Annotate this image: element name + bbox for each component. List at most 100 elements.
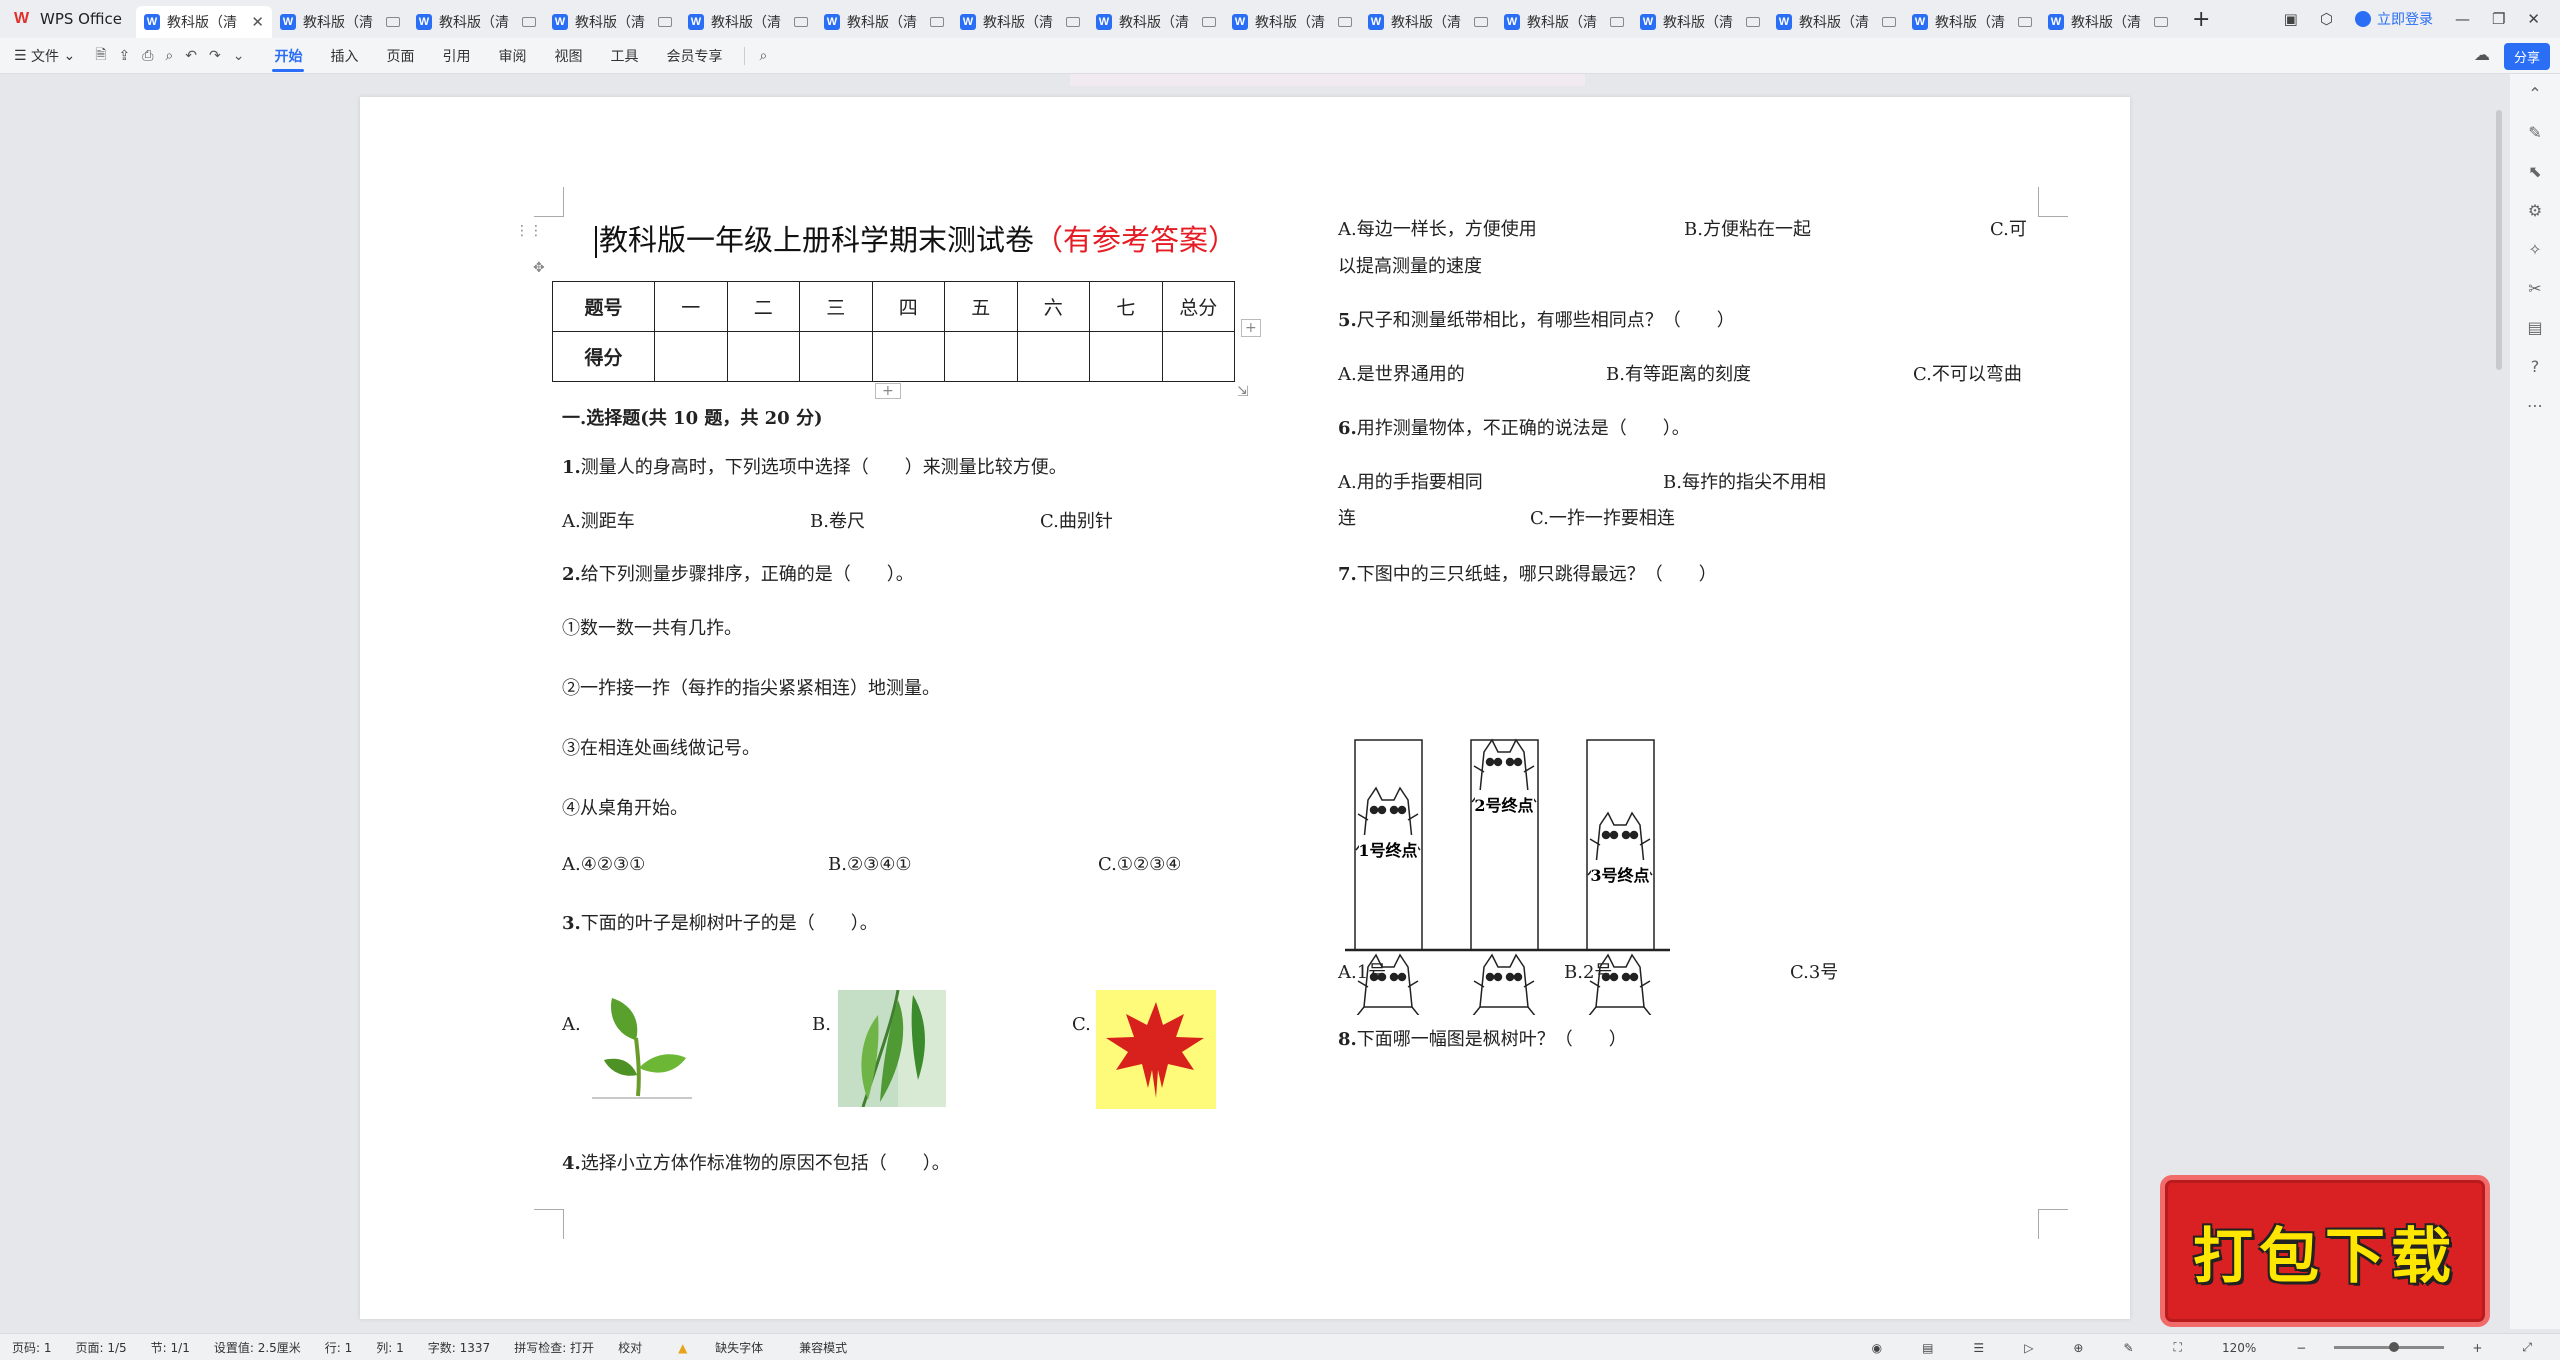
document-tab[interactable]: W 教科版（清	[1360, 6, 1496, 38]
status-missing-font[interactable]: ▲ 缺失字体	[654, 1339, 787, 1356]
preview-icon[interactable]: ⌕	[159, 48, 179, 64]
pen-icon[interactable]: ✎	[2528, 123, 2541, 142]
minimize-icon[interactable]: —	[2455, 10, 2470, 28]
status-proof[interactable]: 校对	[606, 1339, 654, 1356]
document-tab[interactable]: W 教科版（清	[1224, 6, 1360, 38]
document-page[interactable]: ⋮⋮ 教科版一年级上册科学期末测试卷（有参考答案） ✥ 题号一二三四五六七总分 …	[360, 97, 2130, 1319]
score-table-cell[interactable]	[799, 331, 873, 382]
score-table-cell[interactable]	[1089, 331, 1163, 382]
more-icon[interactable]: ⋯	[2527, 396, 2543, 415]
document-tab[interactable]: W 教科版（清 ✕	[135, 6, 272, 38]
add-column-icon[interactable]: +	[1241, 319, 1261, 337]
score-table-cell[interactable]	[1161, 331, 1235, 382]
status-pages[interactable]: 页面: 1/5	[64, 1339, 139, 1356]
add-row-icon[interactable]: +	[875, 383, 901, 399]
ribbon-tab[interactable]: 页面	[372, 38, 428, 74]
score-table-header-cell[interactable]: 四	[871, 281, 945, 332]
score-table-cell[interactable]	[871, 331, 945, 382]
score-table-cell[interactable]	[944, 331, 1018, 382]
print-icon[interactable]: ⎙	[136, 48, 159, 64]
ribbon-tab[interactable]: 视图	[540, 38, 596, 74]
new-tab-icon[interactable]: +	[2192, 7, 2210, 32]
table-resize-icon[interactable]: ⇲	[1237, 384, 1249, 400]
zoom-in-icon[interactable]: +	[2460, 1341, 2494, 1355]
zoom-out-icon[interactable]: −	[2284, 1341, 2318, 1355]
login-button[interactable]: 立即登录	[2354, 9, 2433, 29]
document-tab[interactable]: W 教科版（清	[1904, 6, 2040, 38]
score-table-cell[interactable]: 得分	[552, 331, 655, 382]
document-tab[interactable]: W 教科版（清	[1632, 6, 1768, 38]
table-move-icon[interactable]: ✥	[533, 260, 545, 276]
ribbon-tab[interactable]: 开始	[260, 38, 316, 74]
cloud-icon[interactable]: ☁	[2474, 45, 2490, 64]
close-window-icon[interactable]: ✕	[2527, 10, 2540, 28]
fullscreen-icon[interactable]: ⤢	[2510, 1340, 2544, 1355]
book-icon[interactable]: ▤	[2527, 318, 2542, 337]
document-tab[interactable]: W 教科版（清	[272, 6, 408, 38]
eye-icon[interactable]: ◉	[1860, 1341, 1894, 1355]
document-tab[interactable]: W 教科版（清	[1768, 6, 1904, 38]
play-icon[interactable]: ▷	[2012, 1341, 2045, 1355]
tools-icon[interactable]: ✂	[2528, 279, 2541, 298]
ribbon-tab[interactable]: 插入	[316, 38, 372, 74]
document-tab[interactable]: W 教科版（清	[544, 6, 680, 38]
document-tab[interactable]: W 教科版（清	[952, 6, 1088, 38]
select-icon[interactable]: ⬉	[2528, 162, 2541, 181]
document-tab[interactable]: W 教科版（清	[816, 6, 952, 38]
cube-icon[interactable]: ⬡	[2320, 10, 2333, 28]
score-table-header-cell[interactable]: 六	[1016, 281, 1090, 332]
save-icon[interactable]: 🗎	[89, 44, 112, 68]
close-tab-icon[interactable]: ✕	[251, 13, 264, 31]
vertical-scrollbar[interactable]	[2494, 80, 2504, 1320]
scroll-thumb[interactable]	[2496, 110, 2502, 370]
zoom-slider[interactable]	[2334, 1342, 2445, 1352]
export-icon[interactable]: ⇪	[112, 48, 136, 64]
score-table-cell[interactable]	[654, 331, 728, 382]
status-spell[interactable]: 拼写检查: 打开	[502, 1339, 606, 1356]
ai-icon[interactable]: ✧	[2528, 240, 2541, 259]
ribbon-tab[interactable]: 审阅	[484, 38, 540, 74]
score-table-header-cell[interactable]: 五	[944, 281, 1018, 332]
ribbon-tab[interactable]: 引用	[428, 38, 484, 74]
document-tab[interactable]: W 教科版（清	[680, 6, 816, 38]
scroll-up-icon[interactable]: ⌃	[2528, 84, 2541, 103]
more-chevron-icon[interactable]: ⌄	[227, 48, 251, 64]
document-tab[interactable]: W 教科版（清	[408, 6, 544, 38]
undo-icon[interactable]: ↶	[179, 48, 203, 64]
wps-home-tab[interactable]: W WPS Office	[0, 0, 136, 38]
document-tab[interactable]: W 教科版（清	[1496, 6, 1632, 38]
share-button[interactable]: 分享	[2503, 43, 2550, 70]
score-table-header-cell[interactable]: 七	[1089, 281, 1163, 332]
restore-icon[interactable]: ❐	[2492, 10, 2505, 28]
redo-icon[interactable]: ↷	[203, 48, 227, 64]
ribbon: ☰ 文件 ⌄ 🗎 ⇪ ⎙ ⌕ ↶ ↷ ⌄ 开始 插入 页面 引用 审阅 视图 工具 会员专享 …	[0, 38, 2560, 74]
score-table-header-cell[interactable]: 二	[726, 281, 800, 332]
score-table[interactable]: 题号一二三四五六七总分 得分	[552, 281, 1235, 382]
page-view-icon[interactable]: ▤	[1910, 1341, 1945, 1355]
fit-icon[interactable]: ⛶	[2162, 1340, 2194, 1355]
score-table-header-cell[interactable]: 题号	[552, 281, 655, 332]
status-words[interactable]: 字数: 1337	[416, 1339, 502, 1356]
zoom-level[interactable]: 120%	[2210, 1341, 2268, 1355]
score-table-cell[interactable]	[1016, 331, 1090, 382]
drag-handle-icon[interactable]: ⋮⋮	[515, 223, 543, 239]
document-tab[interactable]: W 教科版（清	[1088, 6, 1224, 38]
score-table-header-cell[interactable]: 总分	[1161, 281, 1235, 332]
list-view-icon[interactable]: ☰	[1961, 1341, 1996, 1355]
help-icon[interactable]: ?	[2531, 357, 2540, 376]
web-view-icon[interactable]: ⊕	[2061, 1341, 2095, 1355]
ribbon-tab[interactable]: 会员专享	[652, 38, 736, 74]
search-icon[interactable]: ⌕	[753, 48, 773, 64]
settings-icon[interactable]: ⚙	[2528, 201, 2542, 220]
document-tab[interactable]: W 教科版（清	[2040, 6, 2176, 38]
layout-icon[interactable]: ▣	[2284, 10, 2298, 28]
status-setting[interactable]: 设置值: 2.5厘米	[202, 1339, 313, 1356]
edit-icon[interactable]: ✎	[2111, 1341, 2145, 1355]
score-table-header-cell[interactable]: 三	[799, 281, 873, 332]
download-badge[interactable]: 打包下载	[2160, 1175, 2490, 1327]
ribbon-tab[interactable]: 工具	[596, 38, 652, 74]
score-table-cell[interactable]	[726, 331, 800, 382]
score-table-header-cell[interactable]: 一	[654, 281, 728, 332]
file-menu[interactable]: ☰ 文件 ⌄	[0, 38, 89, 74]
zoom-knob[interactable]	[2389, 1342, 2400, 1352]
